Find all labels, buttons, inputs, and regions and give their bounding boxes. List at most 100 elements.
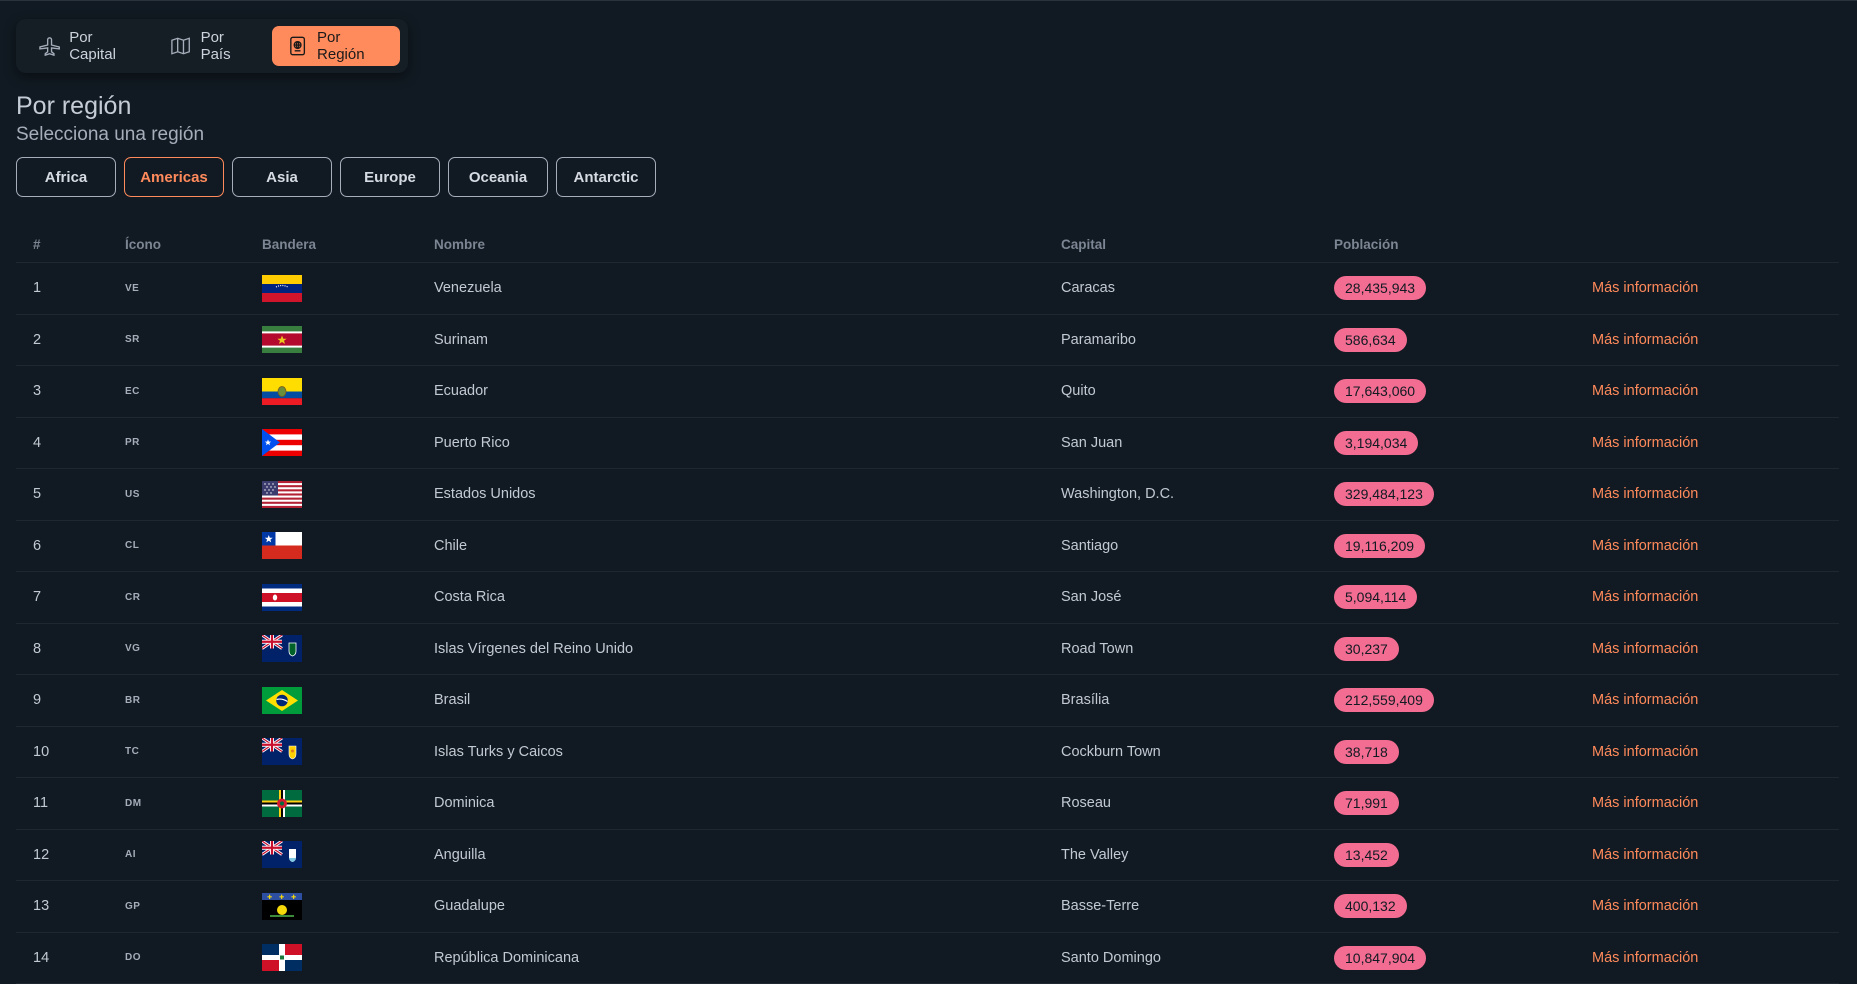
search-mode-tabs: Por Capital Por País Por Región (16, 19, 408, 73)
countries-table: # Ícono Bandera Nombre Capital Población… (16, 226, 1839, 984)
flag-ve-icon (262, 274, 302, 302)
actions-cell: Más información (1592, 468, 1839, 521)
country-name: Chile (434, 520, 1061, 572)
country-capital: Basse-Terre (1061, 880, 1334, 933)
more-info-link[interactable]: Más información (1592, 795, 1698, 811)
country-capital: The Valley (1061, 829, 1334, 881)
country-name: Guadalupe (434, 880, 1061, 933)
population-badge: 10,847,904 (1334, 945, 1427, 970)
flag-cell (262, 674, 434, 727)
country-code: AI (125, 829, 262, 881)
flag-cell (262, 468, 434, 521)
region-selector: Africa Americas Asia Europe Oceania Anta… (16, 157, 656, 197)
more-info-link[interactable]: Más información (1592, 486, 1698, 502)
more-info-link[interactable]: Más información (1592, 950, 1698, 966)
country-capital: Quito (1061, 365, 1334, 418)
region-button-oceania[interactable]: Oceania (448, 157, 548, 197)
tab-por-pais[interactable]: Por País (155, 26, 267, 66)
page-subtitle: Selecciona una región (16, 124, 205, 145)
country-code: GP (125, 880, 262, 933)
flag-cl-icon (262, 532, 302, 560)
actions-cell: Más información (1592, 623, 1839, 675)
flag-cell (262, 932, 434, 984)
table-row: 10 TC Islas Turks y Caicos Cockburn Town 38,… (16, 726, 1839, 778)
country-capital: Caracas (1061, 262, 1334, 315)
more-info-link[interactable]: Más información (1592, 435, 1698, 451)
population-cell: 5,094,114 (1334, 571, 1592, 624)
row-number: 10 (16, 726, 125, 778)
more-info-link[interactable]: Más información (1592, 898, 1698, 914)
more-info-link[interactable]: Más información (1592, 589, 1698, 605)
column-header-flag: Bandera (262, 226, 434, 263)
column-header-number: # (16, 226, 125, 263)
population-badge: 400,132 (1334, 894, 1407, 919)
country-capital: Santiago (1061, 520, 1334, 572)
country-code: VE (125, 262, 262, 315)
actions-cell: Más información (1592, 365, 1839, 418)
region-button-asia[interactable]: Asia (232, 157, 332, 197)
actions-cell: Más información (1592, 417, 1839, 469)
region-button-europe[interactable]: Europe (340, 157, 440, 197)
region-button-antarctic[interactable]: Antarctic (556, 157, 656, 197)
actions-cell: Más información (1592, 880, 1839, 933)
row-number: 2 (16, 314, 125, 366)
region-button-americas[interactable]: Americas (124, 157, 224, 197)
country-capital: Paramaribo (1061, 314, 1334, 366)
population-cell: 19,116,209 (1334, 520, 1592, 572)
country-name: Anguilla (434, 829, 1061, 881)
flag-ec-icon (262, 377, 302, 405)
country-name: Venezuela (434, 262, 1061, 315)
column-header-name: Nombre (434, 226, 1061, 263)
flag-sr-icon (262, 326, 302, 354)
country-name: Islas Turks y Caicos (434, 726, 1061, 778)
actions-cell: Más información (1592, 829, 1839, 881)
flag-cell (262, 829, 434, 881)
population-cell: 586,634 (1334, 314, 1592, 366)
more-info-link[interactable]: Más información (1592, 641, 1698, 657)
country-code: CL (125, 520, 262, 572)
svg-text:✚: ✚ (291, 894, 296, 901)
flag-cell (262, 777, 434, 830)
country-code: BR (125, 674, 262, 727)
column-header-capital: Capital (1061, 226, 1334, 263)
more-info-link[interactable]: Más información (1592, 847, 1698, 863)
population-cell: 13,452 (1334, 829, 1592, 881)
population-cell: 212,559,409 (1334, 674, 1592, 727)
region-button-africa[interactable]: Africa (16, 157, 116, 197)
country-capital: San José (1061, 571, 1334, 624)
row-number: 9 (16, 674, 125, 727)
column-header-population: Población (1334, 226, 1592, 263)
flag-ai-icon (262, 841, 302, 869)
row-number: 4 (16, 417, 125, 469)
more-info-link[interactable]: Más información (1592, 744, 1698, 760)
row-number: 1 (16, 262, 125, 315)
tab-por-capital[interactable]: Por Capital (24, 26, 151, 66)
passport-icon (289, 36, 305, 56)
flag-cell (262, 262, 434, 315)
more-info-link[interactable]: Más información (1592, 692, 1698, 708)
more-info-link[interactable]: Más información (1592, 280, 1698, 296)
flag-cell (262, 365, 434, 418)
table-row: 2 SR Surinam Paramaribo 586,634 Más informaci… (16, 314, 1839, 366)
population-badge: 329,484,123 (1334, 482, 1434, 507)
actions-cell: Más información (1592, 314, 1839, 366)
column-header-actions (1592, 226, 1839, 263)
population-badge: 3,194,034 (1334, 430, 1419, 455)
more-info-link[interactable]: Más información (1592, 332, 1698, 348)
tab-por-region[interactable]: Por Región (271, 26, 400, 66)
population-badge: 13,452 (1334, 842, 1399, 867)
table-row: 3 EC Ecuador Quito 17,643,060 Más información (16, 365, 1839, 418)
table-row: 6 CL Chile Santiago 19,116,209 Más informació… (16, 520, 1839, 572)
country-name: Islas Vírgenes del Reino Unido (434, 623, 1061, 675)
flag-us-icon (262, 480, 302, 508)
flag-cell (262, 314, 434, 366)
table-row: 11 DM Dominica Roseau 71,991 Más información (16, 777, 1839, 830)
country-name: Estados Unidos (434, 468, 1061, 521)
country-capital: Roseau (1061, 777, 1334, 830)
country-code: TC (125, 726, 262, 778)
row-number: 6 (16, 520, 125, 572)
table-row: 1 VE Venezuela Caracas 28,435,943 Más informa… (16, 262, 1839, 315)
more-info-link[interactable]: Más información (1592, 383, 1698, 399)
country-code: EC (125, 365, 262, 418)
more-info-link[interactable]: Más información (1592, 538, 1698, 554)
